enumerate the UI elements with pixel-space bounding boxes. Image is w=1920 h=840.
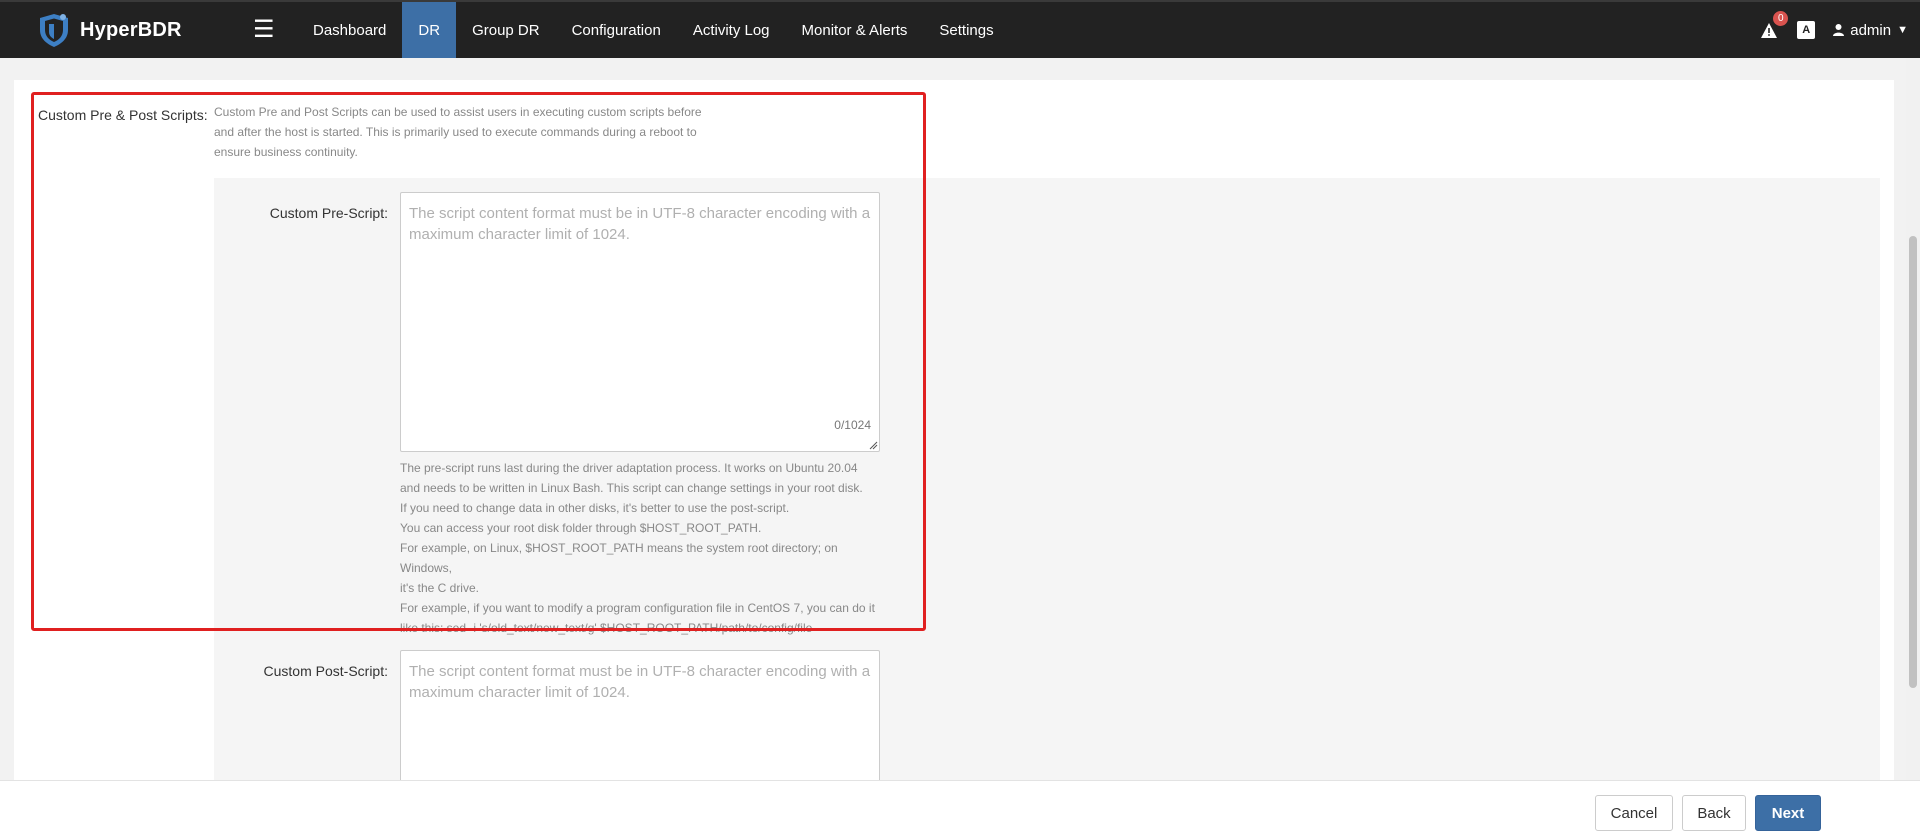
post-script-label: Custom Post-Script: bbox=[263, 663, 388, 679]
nav-item-settings[interactable]: Settings bbox=[923, 2, 1009, 58]
post-script-textarea[interactable]: The script content format must be in UTF… bbox=[400, 650, 880, 780]
pre-script-help: The pre-script runs last during the driv… bbox=[400, 458, 890, 638]
nav-item-monitor-alerts[interactable]: Monitor & Alerts bbox=[786, 2, 924, 58]
user-icon bbox=[1833, 24, 1845, 36]
chevron-down-icon: ▼ bbox=[1897, 24, 1908, 36]
hyperbdr-logo-icon bbox=[40, 14, 68, 47]
post-script-placeholder: The script content format must be in UTF… bbox=[409, 663, 871, 701]
section-divider bbox=[14, 58, 1894, 80]
pre-script-help-line: For example, if you want to modify a pro… bbox=[400, 601, 875, 615]
top-navbar: HyperBDR ☰ Dashboard DR Group DR Configu… bbox=[0, 0, 1920, 58]
pre-script-help-line: and needs to be written in Linux Bash. T… bbox=[400, 481, 863, 495]
scrollbar-thumb[interactable] bbox=[1909, 236, 1917, 688]
language-icon[interactable]: A bbox=[1797, 21, 1816, 39]
nav-item-dr[interactable]: DR bbox=[402, 2, 457, 58]
nav-item-group-dr[interactable]: Group DR bbox=[456, 2, 556, 58]
footer-actions: Cancel Back Next bbox=[0, 780, 1920, 840]
menu-toggle-icon[interactable]: ☰ bbox=[253, 18, 289, 42]
pre-script-help-line: like this: sed -i 's/old_text/new_text/g… bbox=[400, 621, 813, 635]
alert-button[interactable]: 0 bbox=[1759, 11, 1789, 40]
header-actions: 0 A admin ▼ bbox=[1759, 2, 1908, 58]
cancel-button[interactable]: Cancel bbox=[1595, 795, 1673, 831]
pre-script-help-line: If you need to change data in other disk… bbox=[400, 501, 790, 515]
pre-script-help-line: You can access your root disk folder thr… bbox=[400, 521, 762, 535]
alert-count-badge: 0 bbox=[1773, 11, 1789, 26]
pre-script-placeholder: The script content format must be in UTF… bbox=[409, 205, 871, 243]
next-button[interactable]: Next bbox=[1755, 795, 1821, 831]
username: admin bbox=[1850, 21, 1892, 39]
brand-name: HyperBDR bbox=[80, 18, 182, 41]
resize-handle-icon[interactable] bbox=[868, 440, 878, 450]
nav-item-configuration[interactable]: Configuration bbox=[556, 2, 677, 58]
brand[interactable]: HyperBDR bbox=[36, 12, 216, 48]
page-scrollbar[interactable] bbox=[1906, 58, 1920, 780]
warning-icon bbox=[1761, 22, 1778, 38]
nav-item-dashboard[interactable]: Dashboard bbox=[297, 2, 402, 58]
pre-script-help-line: For example, on Linux, $HOST_ROOT_PATH m… bbox=[400, 541, 838, 575]
pre-script-char-counter: 0/1024 bbox=[834, 418, 871, 432]
custom-scripts-label: Custom Pre & Post Scripts: bbox=[38, 107, 208, 123]
user-menu[interactable]: admin ▼ bbox=[1833, 22, 1908, 39]
main-content: Custom Pre & Post Scripts: Custom Pre an… bbox=[14, 58, 1894, 780]
pre-script-help-line: The pre-script runs last during the driv… bbox=[400, 461, 858, 475]
nav-item-activity-log[interactable]: Activity Log bbox=[677, 2, 786, 58]
pre-script-textarea[interactable]: The script content format must be in UTF… bbox=[400, 192, 880, 452]
main-nav: Dashboard DR Group DR Configuration Acti… bbox=[297, 2, 1010, 58]
custom-scripts-description: Custom Pre and Post Scripts can be used … bbox=[214, 105, 702, 159]
back-button[interactable]: Back bbox=[1682, 795, 1746, 831]
pre-script-help-line: it's the C drive. bbox=[400, 581, 479, 595]
pre-script-label: Custom Pre-Script: bbox=[269, 205, 388, 221]
